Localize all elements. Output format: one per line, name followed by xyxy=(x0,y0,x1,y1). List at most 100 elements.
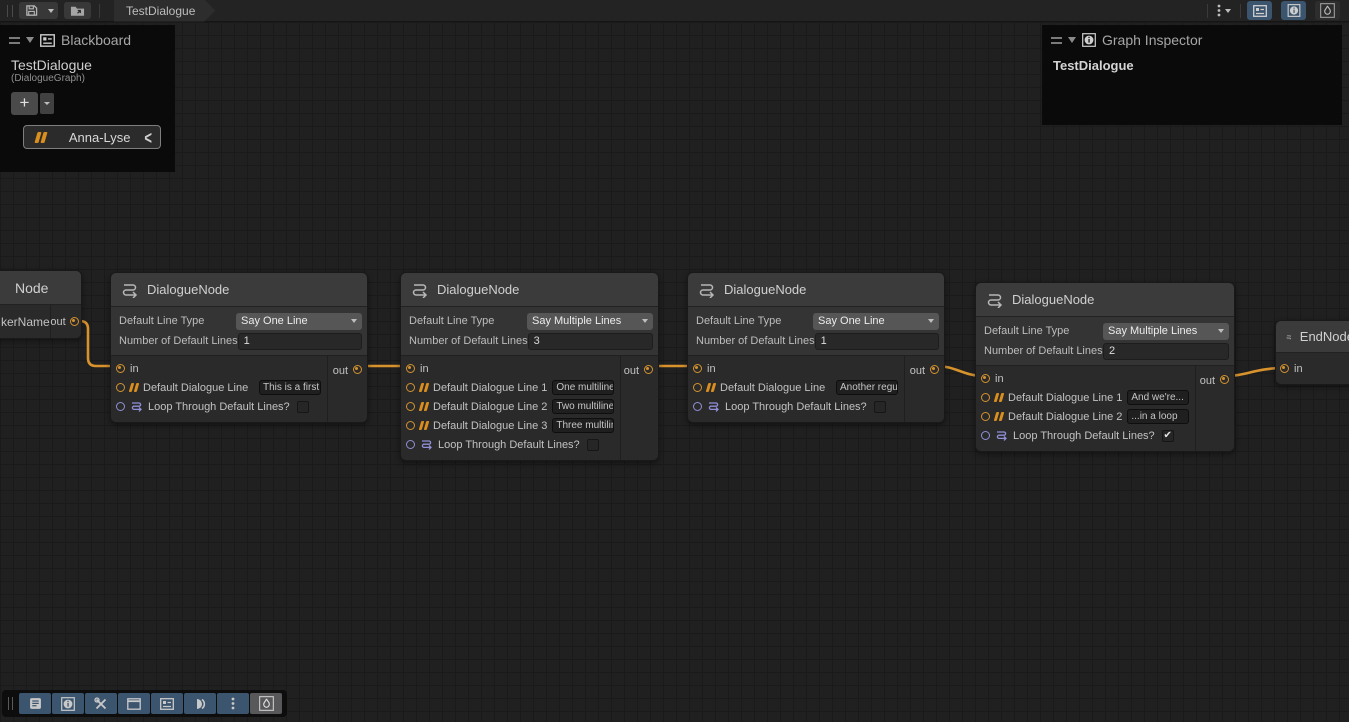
output-port[interactable] xyxy=(70,317,79,326)
graph-options-button[interactable] xyxy=(1214,4,1234,17)
node-ports: in Default Dialogue Line 1 And we're... … xyxy=(976,366,1234,451)
loop-input-port[interactable] xyxy=(981,431,990,440)
loop-checkbox[interactable] xyxy=(874,401,886,413)
info-toggle-button[interactable] xyxy=(52,693,84,714)
playback-toggle-button[interactable] xyxy=(184,693,216,714)
dropdown-arrow-icon xyxy=(44,102,50,105)
save-options-button[interactable] xyxy=(44,2,58,19)
node-title[interactable]: DialogueNode xyxy=(401,273,658,307)
input-port[interactable] xyxy=(406,364,415,373)
node-title[interactable]: DialogueNode xyxy=(976,283,1234,317)
dialogue-line-field[interactable]: One multiline xyxy=(552,380,614,395)
output-port[interactable] xyxy=(1220,375,1229,384)
blackboard-toggle-button[interactable] xyxy=(1247,1,1272,20)
speaker-node-partial[interactable]: Node kerName out xyxy=(0,270,82,339)
dialogue-line-field[interactable]: This is a first xyxy=(259,380,321,395)
quote-icon xyxy=(995,412,1003,421)
port-label: out xyxy=(50,316,65,328)
flame-toggle-button[interactable] xyxy=(1315,1,1340,20)
dialogue-node[interactable]: DialogueNode Default Line Type Say Multi… xyxy=(975,282,1235,452)
open-asset-button[interactable] xyxy=(64,2,91,19)
input-port[interactable] xyxy=(693,364,702,373)
node-title[interactable]: DialogueNode xyxy=(688,273,944,307)
dialogue-node[interactable]: DialogueNode Default Line Type Say One L… xyxy=(110,272,368,423)
blackboard-header[interactable]: Blackboard xyxy=(1,26,174,52)
loop-checkbox[interactable] xyxy=(587,439,599,451)
dialogue-node[interactable]: DialogueNode Default Line Type Say Multi… xyxy=(400,272,659,461)
collapse-arrow-icon[interactable] xyxy=(1068,37,1076,43)
quote-icon xyxy=(420,383,428,392)
add-variable-button[interactable]: + xyxy=(11,92,38,115)
node-title[interactable]: Node xyxy=(0,271,81,305)
window-toggle-button[interactable] xyxy=(118,693,150,714)
input-port[interactable] xyxy=(406,402,415,411)
input-port[interactable] xyxy=(693,383,702,392)
dialogue-node[interactable]: DialogueNode Default Line Type Say One L… xyxy=(687,272,945,423)
graph-tab[interactable]: TestDialogue xyxy=(114,0,215,22)
input-port[interactable] xyxy=(116,383,125,392)
in-port-row: in xyxy=(116,359,327,378)
console-toggle-button[interactable] xyxy=(19,693,51,714)
port-label: Default Dialogue Line 2 xyxy=(433,401,547,413)
loop-input-port[interactable] xyxy=(693,402,702,411)
num-lines-field[interactable]: 3 xyxy=(528,333,653,350)
output-port[interactable] xyxy=(930,365,939,374)
blackboard-panel[interactable]: Blackboard TestDialogue (DialogueGraph) … xyxy=(0,25,175,172)
dialogue-line-field[interactable]: ...in a loop xyxy=(1127,409,1189,424)
input-port[interactable] xyxy=(1280,364,1289,373)
dialogue-line-field[interactable]: Three multilin xyxy=(552,418,614,433)
loop-checkbox[interactable] xyxy=(297,401,309,413)
drag-handle-icon[interactable] xyxy=(1051,37,1062,44)
num-lines-field[interactable]: 1 xyxy=(815,333,939,350)
line-type-dropdown[interactable]: Say Multiple Lines xyxy=(527,313,653,330)
end-node[interactable]: EndNode in xyxy=(1275,320,1349,385)
info-icon xyxy=(61,697,75,711)
add-variable-options-button[interactable] xyxy=(40,93,54,114)
options-button[interactable] xyxy=(217,693,249,714)
node-properties: Default Line Type Say One Line Number of… xyxy=(688,307,944,356)
graph-inspector-panel[interactable]: Graph Inspector TestDialogue xyxy=(1042,25,1342,125)
loop-row: Loop Through Default Lines? xyxy=(116,397,327,416)
toolbar-drag-handle[interactable] xyxy=(8,697,13,710)
input-port[interactable] xyxy=(406,421,415,430)
graph-inspector-header[interactable]: Graph Inspector xyxy=(1043,26,1341,52)
blackboard-toggle-button[interactable] xyxy=(151,693,183,714)
save-button[interactable] xyxy=(19,2,44,19)
num-lines-field[interactable]: 2 xyxy=(1103,343,1229,360)
graph-canvas[interactable]: Blackboard TestDialogue (DialogueGraph) … xyxy=(0,22,1349,722)
node-title[interactable]: DialogueNode xyxy=(111,273,367,307)
flame-toggle-button[interactable] xyxy=(250,693,282,714)
dialogue-line-field[interactable]: Another regu xyxy=(836,380,898,395)
toolbar-drag-handle[interactable] xyxy=(7,5,13,17)
collapse-arrow-icon[interactable] xyxy=(26,37,34,43)
loop-input-port[interactable] xyxy=(116,402,125,411)
output-port[interactable] xyxy=(353,365,362,374)
node-ports: in Default Dialogue Line This is a first… xyxy=(111,356,367,422)
dialogue-line-field[interactable]: Two multiline xyxy=(552,399,614,414)
collapse-chevron-icon[interactable]: < xyxy=(144,127,152,148)
drag-handle-icon[interactable] xyxy=(9,37,20,44)
loop-input-port[interactable] xyxy=(406,440,415,449)
inspector-graph-name: TestDialogue xyxy=(1043,52,1341,73)
input-port[interactable] xyxy=(981,393,990,402)
line-type-dropdown[interactable]: Say One Line xyxy=(813,313,939,330)
port-label: out xyxy=(333,365,348,377)
num-lines-field[interactable]: 1 xyxy=(238,333,362,350)
dialogue-line-row: Default Dialogue Line 2 Two multiline xyxy=(406,397,620,416)
loop-checkbox[interactable]: ✔ xyxy=(1162,430,1174,442)
property-label: Number of Default Lines xyxy=(696,335,815,347)
dialogue-line-field[interactable]: And we're... xyxy=(1127,390,1189,405)
window-icon xyxy=(127,698,141,710)
output-port[interactable] xyxy=(644,365,653,374)
input-port[interactable] xyxy=(981,412,990,421)
input-port[interactable] xyxy=(116,364,125,373)
node-title[interactable]: EndNode xyxy=(1276,321,1349,353)
blackboard-variable-anna-lyse[interactable]: Anna-Lyse < xyxy=(23,125,161,149)
input-port[interactable] xyxy=(406,383,415,392)
graph-inspector-toggle-button[interactable] xyxy=(1281,1,1306,20)
tools-toggle-button[interactable] xyxy=(85,693,117,714)
line-type-dropdown[interactable]: Say One Line xyxy=(236,313,362,330)
port-label: out xyxy=(624,365,639,377)
line-type-dropdown[interactable]: Say Multiple Lines xyxy=(1103,323,1229,340)
input-port[interactable] xyxy=(981,374,990,383)
